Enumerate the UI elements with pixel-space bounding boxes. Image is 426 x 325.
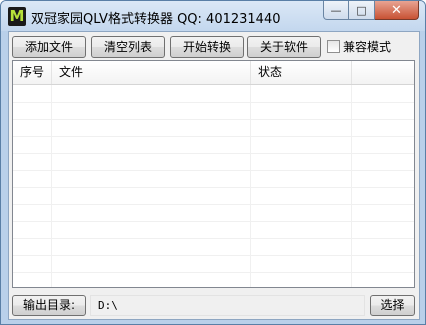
compat-mode-checkbox[interactable]: 兼容模式 <box>327 37 391 55</box>
choose-dir-button[interactable]: 选择 <box>370 295 415 316</box>
maximize-button[interactable]: □ <box>349 1 375 20</box>
row-gridline <box>13 272 414 273</box>
file-list[interactable]: 序号 文件 状态 <box>12 60 415 288</box>
row-gridline <box>13 255 414 256</box>
app-logo-icon: M <box>8 7 26 26</box>
client-area: 添加文件 清空列表 开始转换 关于软件 兼容模式 序号 文件 状态 输出目录: … <box>8 31 420 320</box>
caption-buttons: — □ ✕ <box>323 1 419 21</box>
title-bar[interactable]: M 双冠家园QLV格式转换器 QQ: 401231440 — □ ✕ <box>1 1 425 31</box>
column-header-filler <box>352 61 414 84</box>
file-list-header: 序号 文件 状态 <box>13 61 414 85</box>
close-button[interactable]: ✕ <box>375 1 419 20</box>
file-list-body[interactable] <box>13 85 414 287</box>
row-gridline <box>13 136 414 137</box>
checkbox-box-icon[interactable] <box>327 39 340 53</box>
maximize-icon: □ <box>356 3 367 17</box>
row-gridline <box>13 153 414 154</box>
row-gridline <box>13 238 414 239</box>
compat-mode-label: 兼容模式 <box>343 39 392 54</box>
clear-list-button[interactable]: 清空列表 <box>91 36 165 58</box>
row-gridline <box>13 119 414 120</box>
column-header-status[interactable]: 状态 <box>251 61 352 84</box>
output-dir-button[interactable]: 输出目录: <box>12 295 86 316</box>
window-title: 双冠家园QLV格式转换器 QQ: 401231440 <box>31 12 281 27</box>
close-icon: ✕ <box>391 2 402 18</box>
output-dir-field[interactable] <box>90 295 365 316</box>
add-file-button[interactable]: 添加文件 <box>12 36 86 58</box>
row-gridline <box>13 102 414 103</box>
column-header-index[interactable]: 序号 <box>13 61 52 84</box>
row-gridline <box>13 204 414 205</box>
row-gridline <box>13 187 414 188</box>
row-gridline <box>13 221 414 222</box>
column-header-file[interactable]: 文件 <box>52 61 251 84</box>
minimize-button[interactable]: — <box>323 1 349 20</box>
minimize-icon: — <box>330 3 342 17</box>
start-convert-button[interactable]: 开始转换 <box>170 36 244 58</box>
row-gridline <box>13 170 414 171</box>
about-button[interactable]: 关于软件 <box>247 36 321 58</box>
app-window: M 双冠家园QLV格式转换器 QQ: 401231440 — □ ✕ 添加文件 … <box>0 0 426 325</box>
